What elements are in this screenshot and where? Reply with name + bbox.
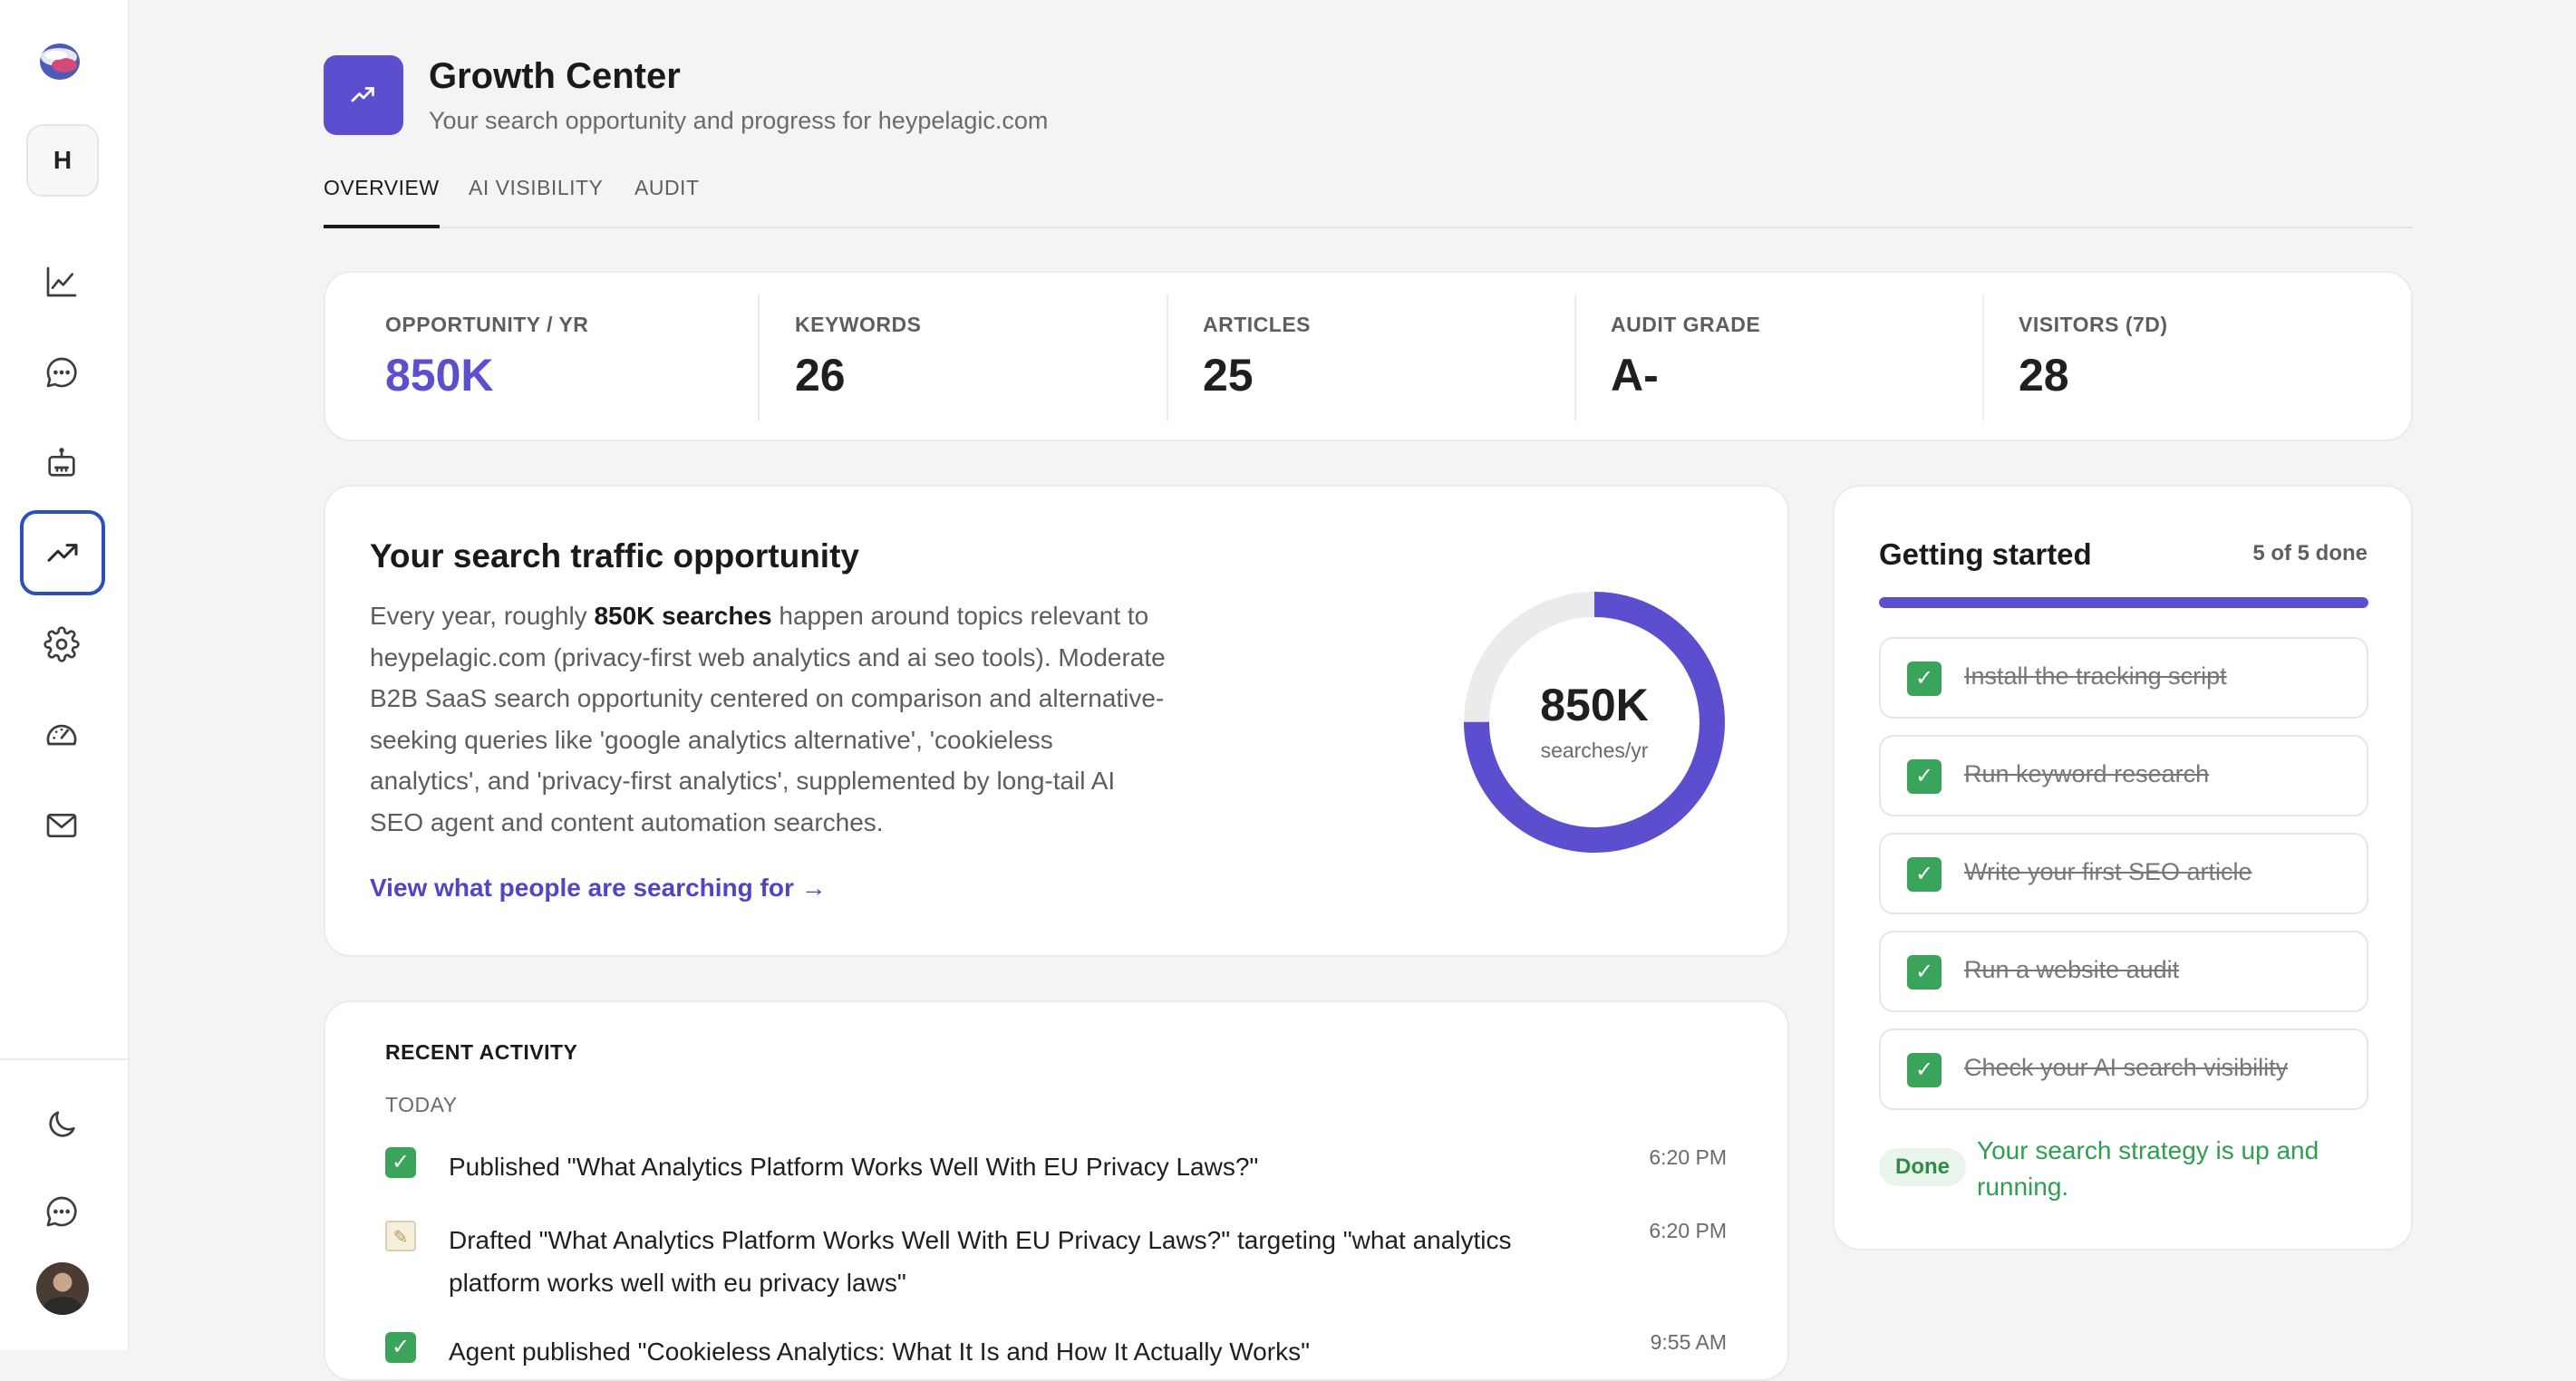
stat-value: 26 [795,350,846,401]
page-subtitle: Your search opportunity and progress for… [429,107,1049,134]
activity-text: Agent published "Cookieless Analytics: W… [449,1338,1311,1366]
stat-divider [758,295,760,421]
stat-divider [1574,295,1576,421]
checkbox-checked-icon: ✓ [1907,662,1942,696]
opportunity-donut: 850K searches/yr [1460,588,1729,856]
getting-started-progress-text: 5 of 5 done [2252,541,2368,565]
description-suffix: happen around topics relevant to heypela… [370,602,1166,836]
stat-value: 25 [1203,350,1254,401]
check-icon: ✓ [385,1147,416,1178]
trending-up-icon [324,55,403,135]
view-searches-link[interactable]: View what people are searching for → [370,874,827,903]
getting-started-card: Getting started 5 of 5 done ✓ Install th… [1833,485,2413,1251]
user-avatar[interactable] [36,1262,89,1315]
activity-time: 9:55 AM [1650,1330,1727,1354]
workspace-switcher[interactable]: H [26,124,99,197]
tab-overview[interactable]: OVERVIEW [324,176,440,228]
stat-value: 850K [385,350,494,401]
app-logo[interactable] [34,38,85,85]
stats-card: OPPORTUNITY / YR 850K KEYWORDS 26 ARTICL… [324,271,2413,441]
donut-unit: searches/yr [1540,739,1649,762]
feedback-chat-icon[interactable] [30,1180,93,1243]
opportunity-card: Your search traffic opportunity Every ye… [324,485,1789,957]
checklist-item[interactable]: ✓ Write your first SEO article [1879,833,2368,914]
checklist-item[interactable]: ✓ Run keyword research [1879,735,2368,816]
recent-activity-card: RECENT ACTIVITY TODAY ✓ Published "What … [324,1000,1789,1381]
activity-time: 6:20 PM [1649,1145,1727,1169]
stat-value: 28 [2019,350,2069,401]
activity-heading: RECENT ACTIVITY [385,1040,578,1064]
checklist-item[interactable]: ✓ Install the tracking script [1879,637,2368,719]
sidebar: H [0,0,130,1350]
tab-bar: OVERVIEW AI VISIBILITY AUDIT [324,176,2413,228]
stat-label: AUDIT GRADE [1611,313,1761,336]
donut-value: 850K [1540,680,1649,730]
getting-started-progress-bar [1879,597,2368,608]
activity-text: Published "What Analytics Platform Works… [449,1153,1259,1181]
activity-day-label: TODAY [385,1093,458,1116]
analytics-nav-icon[interactable] [30,250,93,314]
robot-nav-icon[interactable] [30,431,93,495]
checklist-item[interactable]: ✓ Run a website audit [1879,931,2368,1012]
progress-bar-fill [1879,597,2368,608]
checklist-item-label: Write your first SEO article [1964,858,2252,885]
stat-label: OPPORTUNITY / YR [385,313,589,336]
description-prefix: Every year, roughly [370,602,595,630]
memo-icon: ✎ [385,1221,416,1251]
page-title: Growth Center [429,56,681,96]
sidebar-divider [0,1058,130,1060]
activity-text: Drafted "What Analytics Platform Works W… [449,1226,1512,1297]
stat-divider [1167,295,1168,421]
checkbox-checked-icon: ✓ [1907,1053,1942,1087]
checklist-item-label: Install the tracking script [1964,662,2227,690]
stat-divider [1982,295,1984,421]
stat-value: A- [1611,350,1659,401]
done-message: Your search strategy is up and running. [1977,1136,2319,1201]
gear-icon[interactable] [30,613,93,676]
stat-label: ARTICLES [1203,313,1311,336]
tab-audit[interactable]: AUDIT [634,176,700,227]
checklist-item-label: Run a website audit [1964,956,2180,983]
tab-ai-visibility[interactable]: AI VISIBILITY [469,176,603,227]
opportunity-title: Your search traffic opportunity [370,537,859,575]
activity-time: 6:20 PM [1649,1219,1727,1242]
growth-nav-icon[interactable] [20,510,105,595]
checkbox-checked-icon: ✓ [1907,955,1942,990]
checklist-item-label: Check your AI search visibility [1964,1054,2289,1081]
checkbox-checked-icon: ✓ [1907,857,1942,892]
mail-icon[interactable] [30,794,93,857]
checkbox-checked-icon: ✓ [1907,759,1942,794]
checklist-item-label: Run keyword research [1964,760,2210,787]
getting-started-title: Getting started [1879,537,2092,571]
stat-label: VISITORS (7D) [2019,313,2168,336]
stat-label: KEYWORDS [795,313,922,336]
done-badge: Done [1879,1148,1966,1186]
check-icon: ✓ [385,1332,416,1363]
opportunity-description: Every year, roughly 850K searches happen… [370,595,1167,843]
checklist-item[interactable]: ✓ Check your AI search visibility [1879,1029,2368,1110]
moon-icon[interactable] [30,1093,93,1156]
speedometer-icon[interactable] [30,703,93,767]
chat-nav-icon[interactable] [30,341,93,404]
description-highlight: 850K searches [594,602,772,630]
